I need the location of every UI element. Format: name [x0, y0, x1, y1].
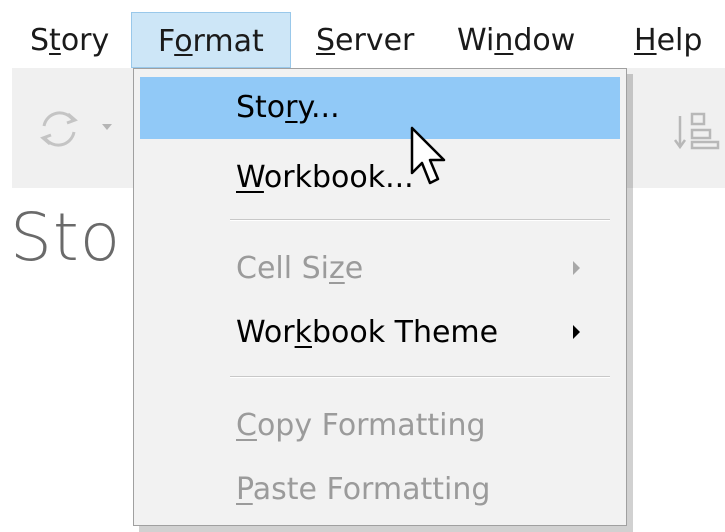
submenu-arrow-icon	[573, 261, 580, 275]
format-menu: Story... Workbook... Cell Size Workbook …	[133, 68, 627, 526]
menu-item-story[interactable]: Story...	[140, 77, 620, 139]
menu-item-paste-formatting[interactable]: Paste Formatting	[140, 459, 620, 521]
menu-window[interactable]: Window	[457, 12, 575, 68]
menu-separator	[230, 376, 610, 378]
menu-separator	[230, 219, 610, 221]
app-window: Story Format Server Window Help Sto Stor…	[0, 0, 725, 532]
sort-icon[interactable]	[672, 108, 722, 158]
menu-format[interactable]: Format	[131, 12, 291, 68]
menu-help[interactable]: Help	[634, 12, 702, 68]
menu-server[interactable]: Server	[316, 12, 414, 68]
menu-story[interactable]: Story	[30, 12, 109, 68]
submenu-arrow-icon	[573, 325, 580, 339]
menu-bar: Story Format Server Window Help	[0, 0, 725, 68]
dropdown-caret-icon[interactable]	[102, 124, 112, 130]
menu-item-workbook[interactable]: Workbook...	[140, 147, 620, 209]
menu-item-cell-size[interactable]: Cell Size	[140, 238, 620, 300]
story-title: Sto	[10, 199, 122, 276]
menu-item-workbook-theme[interactable]: Workbook Theme	[140, 302, 620, 364]
menu-item-copy-formatting[interactable]: Copy Formatting	[140, 395, 620, 457]
refresh-icon[interactable]	[34, 104, 84, 154]
mouse-cursor-icon	[410, 126, 446, 185]
